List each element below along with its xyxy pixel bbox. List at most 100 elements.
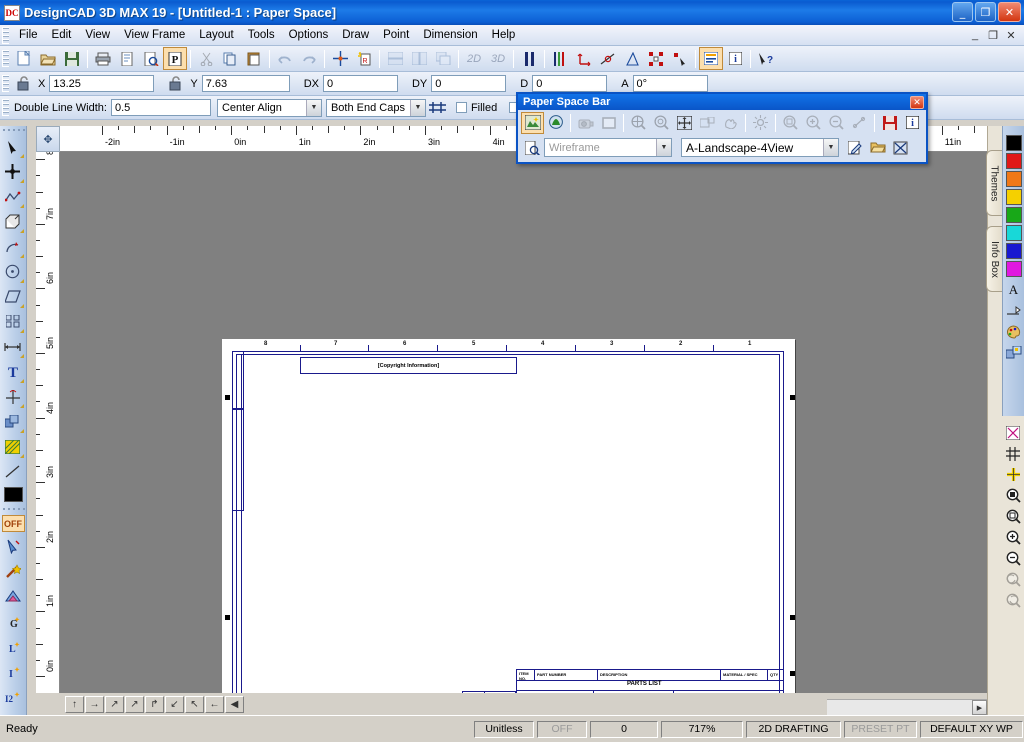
hand-pan-icon[interactable] <box>719 112 742 134</box>
layout-preview-icon[interactable] <box>521 137 544 159</box>
snap-line-icon[interactable] <box>596 47 620 70</box>
menu-point[interactable]: Point <box>376 27 416 43</box>
chevron-down-icon[interactable]: ▼ <box>305 99 321 116</box>
new-icon[interactable] <box>12 47 36 70</box>
menu-edit[interactable]: Edit <box>45 27 79 43</box>
dx-input[interactable]: 0 <box>322 75 398 92</box>
zoom-out-view-icon[interactable] <box>825 112 848 134</box>
zoom-in-icon[interactable] <box>1003 527 1024 548</box>
zoom-out-frame-icon[interactable] <box>779 112 802 134</box>
arrow-rotate-icon[interactable]: ↱ <box>145 695 164 713</box>
dimension-tool-icon[interactable] <box>0 334 25 359</box>
zoom-window-icon[interactable] <box>1003 506 1024 527</box>
selection-handle[interactable] <box>225 615 230 620</box>
paper-space-bar-close-icon[interactable]: ✕ <box>910 95 924 109</box>
double-line-toolbar-grip[interactable] <box>2 99 9 116</box>
snap-grid-g-icon[interactable]: G <box>0 609 25 634</box>
redo-icon[interactable] <box>297 47 321 70</box>
mode-2d-label[interactable]: 2D <box>462 47 486 70</box>
status-zoom[interactable]: 717% <box>661 720 743 738</box>
snap-intersect-i2-icon[interactable]: I2 <box>0 684 25 709</box>
menu-view-frame[interactable]: View Frame <box>117 27 192 43</box>
point-tool-icon[interactable] <box>0 384 25 409</box>
paper-space-bar-dialog[interactable]: Paper Space Bar ✕ i Wireframe ▼ A-Landsc… <box>516 92 928 164</box>
tile-horizontal-icon[interactable] <box>383 47 407 70</box>
snap-palette-grip[interactable] <box>0 505 26 513</box>
palette-grip[interactable] <box>1003 126 1024 133</box>
hatch-tool-icon[interactable] <box>0 434 25 459</box>
color-swatch-yellow[interactable] <box>1005 189 1022 205</box>
filled-checkbox-group[interactable]: Filled <box>455 102 497 114</box>
scale-frame-icon[interactable] <box>848 112 871 134</box>
scroll-right-button[interactable]: ▶ <box>972 700 987 715</box>
lock-x-icon[interactable] <box>12 72 36 95</box>
cut-icon[interactable] <box>194 47 218 70</box>
alignment-select[interactable]: Center Align ▼ <box>216 98 322 117</box>
arc-tool-icon[interactable] <box>0 234 25 259</box>
ruler-origin-button[interactable]: ✥ <box>36 126 60 152</box>
selection-handle[interactable] <box>790 671 795 676</box>
minimize-button[interactable]: _ <box>952 2 973 22</box>
arrow-collapse-icon[interactable]: ◀ <box>225 695 244 713</box>
color-swatch-red[interactable] <box>1005 153 1022 169</box>
undo-icon[interactable] <box>273 47 297 70</box>
dy-input[interactable]: 0 <box>431 75 507 92</box>
color-swatch-orange[interactable] <box>1005 171 1022 187</box>
print-setup-icon[interactable] <box>139 47 163 70</box>
tile-vertical-icon[interactable] <box>407 47 431 70</box>
menu-tools[interactable]: Tools <box>241 27 282 43</box>
y-input[interactable]: 7.63 <box>201 75 290 92</box>
axis-icon[interactable] <box>572 47 596 70</box>
save-layout-icon[interactable] <box>878 112 901 134</box>
color-swatch-black[interactable] <box>1005 135 1022 151</box>
close-button[interactable]: ✕ <box>998 2 1021 22</box>
tab-info-box[interactable]: Info Box <box>986 226 1002 292</box>
light-icon[interactable] <box>749 112 772 134</box>
frame-rect-icon[interactable] <box>597 112 620 134</box>
paper-space-icon[interactable]: P <box>163 47 187 70</box>
delete-layout-icon[interactable] <box>889 137 912 159</box>
help-pointer-icon[interactable]: ? <box>754 47 778 70</box>
mdi-minimize-button[interactable]: _ <box>968 29 982 42</box>
selection-handle[interactable] <box>225 395 230 400</box>
fit-frame-icon[interactable] <box>673 112 696 134</box>
status-preset-pt[interactable]: PRESET PT <box>844 720 917 738</box>
color-swatch-magenta[interactable] <box>1005 261 1022 277</box>
camera-icon[interactable] <box>574 112 597 134</box>
lock-y-icon[interactable] <box>164 72 188 95</box>
chevron-down-icon[interactable]: ▼ <box>823 139 838 156</box>
menu-view[interactable]: View <box>78 27 117 43</box>
paper-space-bar-titlebar[interactable]: Paper Space Bar ✕ <box>518 94 926 110</box>
zoom-previous-icon[interactable] <box>1003 485 1024 506</box>
zoom-back-icon[interactable] <box>1003 569 1024 590</box>
menu-draw[interactable]: Draw <box>335 27 376 43</box>
arrow-left-icon[interactable]: ← <box>205 695 224 713</box>
wireframe-view-icon[interactable] <box>620 47 644 70</box>
arrow-diag-up-icon[interactable]: ↗ <box>125 695 144 713</box>
main-toolbar-grip[interactable] <box>2 50 9 67</box>
grid-points-icon[interactable] <box>644 47 668 70</box>
box-tool-icon[interactable] <box>0 209 25 234</box>
save-icon[interactable] <box>60 47 84 70</box>
selection-handle[interactable] <box>790 615 795 620</box>
select-arrow-icon[interactable] <box>0 134 25 159</box>
copy-icon[interactable] <box>218 47 242 70</box>
array-tool-icon[interactable] <box>0 309 25 334</box>
snap-intersect-i-icon[interactable]: I <box>0 659 25 684</box>
plane-tool-icon[interactable] <box>0 284 25 309</box>
no-snap-icon[interactable] <box>1003 422 1024 443</box>
status-layer[interactable]: 0 <box>590 720 658 738</box>
mdi-restore-button[interactable]: ❐ <box>986 29 1000 42</box>
arrow-up-left-icon[interactable]: ↖ <box>185 695 204 713</box>
palette-grip[interactable] <box>0 126 26 134</box>
menu-file[interactable]: File <box>12 27 45 43</box>
text-tool-icon[interactable]: T <box>0 359 25 384</box>
layers-icon[interactable] <box>548 47 572 70</box>
print-preview-icon[interactable] <box>115 47 139 70</box>
selection-handle[interactable] <box>790 395 795 400</box>
color-swatch-green[interactable] <box>1005 207 1022 223</box>
arrow-right-icon[interactable]: → <box>85 695 104 713</box>
status-mode[interactable]: 2D DRAFTING <box>746 720 841 738</box>
print-icon[interactable] <box>91 47 115 70</box>
arrow-down-left-icon[interactable]: ↙ <box>165 695 184 713</box>
